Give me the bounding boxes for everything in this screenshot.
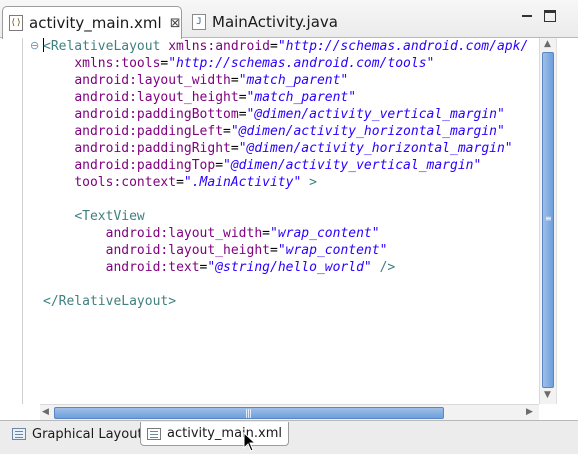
horizontal-scroll-thumb[interactable]: ||| (54, 407, 444, 419)
code-line-7: android:paddingRight="@dimen/activity_ho… (74, 141, 513, 156)
scroll-left-icon[interactable]: ◀ (42, 407, 49, 417)
code-line-3: android:layout_width="match_parent" (74, 73, 349, 88)
tab-graphical-layout[interactable]: Graphical Layout (12, 422, 143, 446)
xml-file-icon: ⟨⟩ (9, 15, 23, 31)
code-view[interactable]: <RelativeLayout xmlns:android="http://sc… (43, 38, 528, 310)
layout-icon (12, 428, 26, 440)
code-line-5: android:paddingBottom="@dimen/activity_v… (74, 107, 505, 122)
code-line-14: android:text="@string/hello_world" /> (105, 260, 396, 275)
code-line-4: android:layout_height="match_parent" (74, 90, 357, 105)
code-line-6: android:paddingLeft="@dimen/activity_hor… (74, 124, 505, 139)
code-line-9: tools:context=".MainActivity" > (74, 175, 317, 190)
code-line-16: </RelativeLayout> (43, 294, 177, 309)
scroll-down-icon[interactable]: ▼ (544, 390, 551, 400)
tab-main-activity-java[interactable]: J MainActivity.java (190, 6, 370, 38)
grip-icon: ||| (245, 409, 252, 419)
fold-toggle-icon[interactable]: ⊖ (30, 39, 39, 52)
code-line-12: android:layout_width="wrap_content" (105, 226, 380, 241)
java-file-icon: J (192, 14, 206, 30)
overview-ruler (556, 38, 565, 404)
tab-activity-main-xml[interactable]: ⟨⟩ activity_main.xml ⊠ (2, 6, 182, 39)
scroll-up-icon[interactable]: ▲ (544, 39, 551, 49)
vertical-scroll-thumb[interactable]: ≡ (542, 52, 554, 388)
code-line-2: xmlns:tools="http://schemas.android.com/… (74, 56, 435, 71)
code-line-11: <TextView (74, 209, 145, 224)
scroll-right-icon[interactable]: ▶ (526, 407, 533, 417)
tab-xml-source[interactable]: activity_main.xml (140, 422, 290, 446)
code-line-13: android:layout_height="wrap_content" (105, 243, 388, 258)
minimize-button[interactable] (521, 10, 533, 22)
editor-page-tabs: Graphical Layout activity_main.xml (0, 420, 578, 454)
maximize-button[interactable] (544, 10, 556, 22)
source-file-icon (147, 427, 161, 440)
mouse-pointer-icon (243, 432, 257, 452)
grip-icon: ≡ (545, 214, 552, 223)
tab-label: Graphical Layout (32, 426, 143, 442)
editor-tab-bar: ⟨⟩ activity_main.xml ⊠ J MainActivity.ja… (0, 0, 578, 39)
code-line-1: <RelativeLayout xmlns:android="http://sc… (43, 38, 529, 54)
vertical-scrollbar[interactable]: ▲ ≡ ▼ (539, 38, 556, 404)
code-line-8: android:paddingTop="@dimen/activity_vert… (74, 158, 482, 173)
close-tab-icon[interactable]: ⊠ (170, 16, 181, 31)
tab-label: MainActivity.java (212, 13, 338, 31)
tab-label: activity_main.xml (29, 14, 162, 32)
tab-label: activity_main.xml (167, 426, 283, 441)
horizontal-scrollbar[interactable]: ◀ ||| ▶ (40, 404, 539, 420)
